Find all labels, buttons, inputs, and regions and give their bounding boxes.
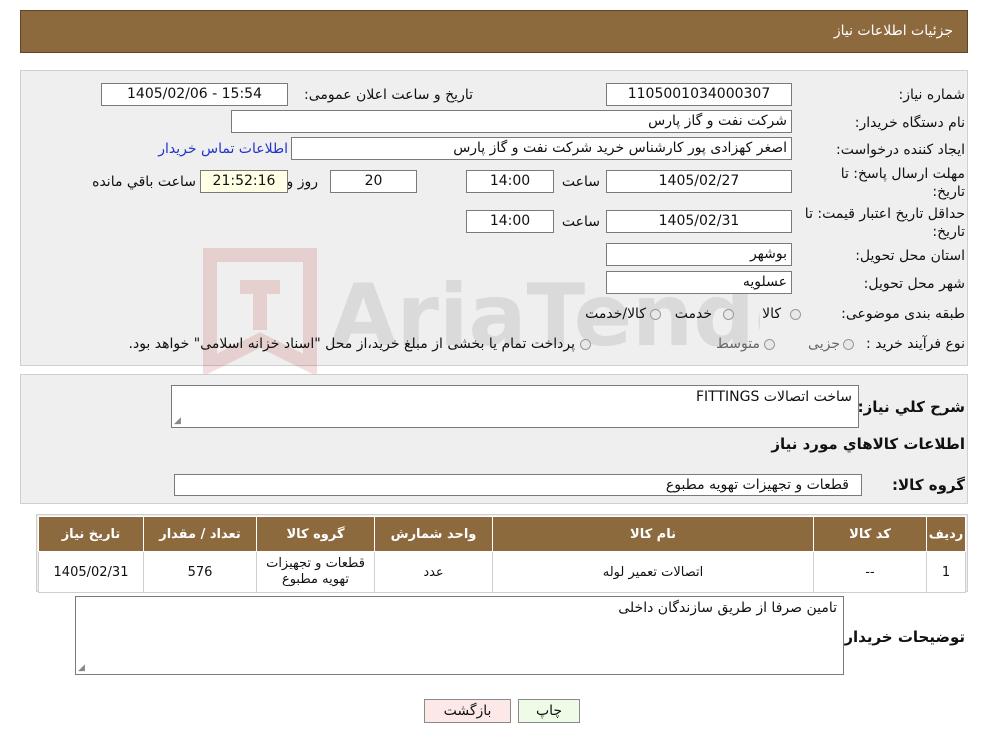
category-radio-goods-service[interactable] [650, 309, 661, 320]
validity-time-label: ساعت [561, 214, 600, 230]
cell-item-name: اتصالات تعمیر لوله [492, 551, 814, 593]
buyer-org-label: نام دستگاه خریدار: [854, 115, 965, 131]
goods-group-field: قطعات و تجهیزات تهویه مطبوع [174, 474, 862, 496]
announce-datetime-field: 1405/02/06 - 15:54 [101, 83, 288, 106]
city-label: شهر محل تحویل: [863, 276, 965, 292]
cell-need-date: 1405/02/31 [38, 551, 144, 593]
description-text: ساخت اتصالات FITTINGS [695, 389, 852, 405]
remaining-days-field: 20 [330, 170, 417, 193]
cell-item-code: -- [813, 551, 927, 593]
validity-label-date: تاریخ: [932, 224, 965, 240]
category-radio-service[interactable] [723, 309, 734, 320]
process-label: نوع فرآیند خرید : [866, 336, 965, 352]
back-button[interactable]: بازگشت [424, 699, 511, 723]
buyer-contact-link[interactable]: اطلاعات تماس خریدار [158, 141, 288, 157]
print-button[interactable]: چاپ [518, 699, 580, 723]
buyer-notes-textarea: تامین صرفا از طریق سازندگان داخلی ◢ [75, 596, 844, 675]
table-header-row: رديف کد کالا نام کالا واحد شمارش گروه کا… [38, 516, 966, 552]
cell-row-number: 1 [926, 551, 966, 593]
cell-unit: عدد [374, 551, 493, 593]
buyer-org-field: شرکت نفت و گاز پارس [231, 110, 792, 133]
process-option-medium: متوسط [716, 336, 760, 352]
resize-grip-icon[interactable]: ◢ [78, 663, 85, 673]
col-quantity: تعداد / مقدار [143, 516, 257, 552]
process-radio-medium[interactable] [764, 339, 775, 350]
col-item-name: نام کالا [492, 516, 814, 552]
buyer-notes-text: تامین صرفا از طریق سازندگان داخلی [618, 600, 837, 616]
deadline-time-label: ساعت [561, 174, 600, 190]
col-unit: واحد شمارش [374, 516, 493, 552]
province-field: بوشهر [606, 243, 792, 266]
deadline-label: مهلت ارسال پاسخ: تا [840, 166, 965, 182]
goods-group-label: گروه کالا: [892, 476, 965, 494]
remaining-label: ساعت باقي مانده [92, 174, 196, 190]
province-label: استان محل تحویل: [855, 248, 965, 264]
days-label: روز و [286, 174, 319, 190]
page-header: جزئیات اطلاعات نیاز [20, 10, 968, 53]
category-option-goods: کالا [762, 306, 781, 322]
col-row-number: رديف [926, 516, 966, 552]
buyer-notes-label: توضیحات خریدار: [838, 628, 965, 646]
category-label: طبقه بندی موضوعی: [841, 306, 965, 322]
col-need-date: تاریخ نیاز [38, 516, 144, 552]
validity-date-field: 1405/02/31 [606, 210, 792, 233]
process-radio-treasury[interactable] [580, 339, 591, 350]
remaining-time-field: 21:52:16 [200, 170, 288, 193]
cell-quantity: 576 [143, 551, 257, 593]
resize-grip-icon[interactable]: ◢ [174, 416, 181, 426]
requester-label: ایجاد کننده درخواست: [836, 142, 965, 158]
col-item-code: کد کالا [813, 516, 927, 552]
table-row: 1 -- اتصالات تعمیر لوله عدد قطعات و تجهی… [38, 551, 966, 593]
process-note: پرداخت تمام یا بخشی از مبلغ خرید،از محل … [128, 336, 575, 352]
category-option-goods-service: کالا/خدمت [585, 306, 646, 322]
city-field: عسلویه [606, 271, 792, 294]
category-radio-goods[interactable] [790, 309, 801, 320]
description-label: شرح کلي نياز: [857, 398, 965, 416]
description-textarea: ساخت اتصالات FITTINGS ◢ [171, 385, 859, 428]
col-item-group: گروه کالا [256, 516, 375, 552]
process-radio-minor[interactable] [843, 339, 854, 350]
process-option-minor: جزیی [808, 336, 840, 352]
need-number-field: 1105001034000307 [606, 83, 792, 106]
deadline-label-date: تاریخ: [932, 184, 965, 200]
category-option-service: خدمت [674, 306, 712, 322]
announce-label: تاریخ و ساعت اعلان عمومی: [304, 87, 473, 103]
need-number-label: شماره نیاز: [898, 87, 966, 103]
items-table: رديف کد کالا نام کالا واحد شمارش گروه کا… [38, 516, 966, 593]
page-title: جزئیات اطلاعات نیاز [833, 23, 953, 39]
items-heading: اطلاعات کالاهاي مورد نياز [771, 435, 965, 453]
validity-time-field: 14:00 [466, 210, 554, 233]
deadline-date-field: 1405/02/27 [606, 170, 792, 193]
cell-item-group: قطعات و تجهیزات تهویه مطبوع [256, 551, 375, 593]
requester-field: اصغر کهزادی پور کارشناس خرید شرکت نفت و … [291, 137, 792, 160]
validity-label: حداقل تاریخ اعتبار قیمت: تا [804, 206, 965, 222]
deadline-time-field: 14:00 [466, 170, 554, 193]
